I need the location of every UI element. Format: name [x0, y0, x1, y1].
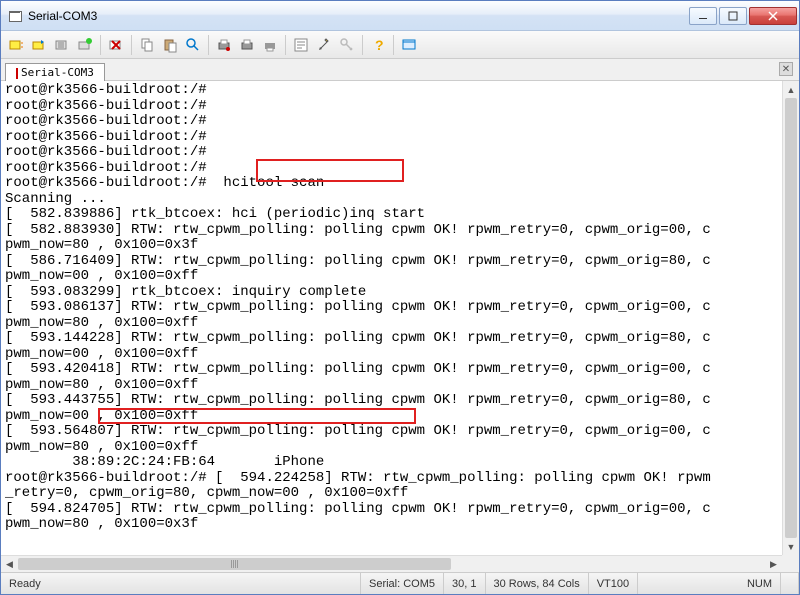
disconnect-icon[interactable]	[51, 34, 73, 56]
key-icon[interactable]	[336, 34, 358, 56]
status-cursor: 30, 1	[444, 573, 485, 594]
scroll-corner	[782, 555, 799, 572]
svg-text:?: ?	[375, 37, 384, 53]
separator	[100, 35, 101, 55]
minimize-button[interactable]	[689, 7, 717, 25]
separator	[285, 35, 286, 55]
scroll-up-icon[interactable]: ▲	[783, 81, 799, 98]
status-serial: Serial: COM5	[361, 573, 444, 594]
app-icon	[7, 8, 23, 24]
tab-close-button[interactable]: ✕	[779, 62, 793, 76]
app-window: Serial-COM3 ? Serial-COM3 ✕	[0, 0, 800, 595]
vertical-scrollbar[interactable]: ▲ ▼	[782, 81, 799, 555]
print-setup-icon[interactable]	[213, 34, 235, 56]
status-numlock: NUM	[739, 573, 781, 594]
help-icon[interactable]: ?	[367, 34, 389, 56]
connect-icon[interactable]	[5, 34, 27, 56]
scroll-thumb[interactable]	[785, 98, 797, 538]
window-buttons	[689, 7, 797, 25]
scroll-left-icon[interactable]: ◀	[1, 556, 18, 572]
toolbar: ?	[1, 31, 799, 59]
scroll-down-icon[interactable]: ▼	[783, 538, 799, 555]
tab-label: Serial-COM3	[21, 66, 94, 79]
cancel-icon[interactable]	[105, 34, 127, 56]
separator	[208, 35, 209, 55]
maximize-button[interactable]	[719, 7, 747, 25]
hscroll-thumb[interactable]	[18, 558, 451, 570]
scroll-right-icon[interactable]: ▶	[765, 556, 782, 572]
close-button[interactable]	[749, 7, 797, 25]
resize-grip[interactable]	[781, 573, 799, 594]
status-bar: Ready Serial: COM5 30, 1 30 Rows, 84 Col…	[1, 572, 799, 594]
properties-icon[interactable]	[290, 34, 312, 56]
window-title: Serial-COM3	[28, 9, 689, 23]
content-area: root@rk3566-buildroot:/# root@rk3566-bui…	[1, 81, 799, 572]
copy-icon[interactable]	[136, 34, 158, 56]
separator	[131, 35, 132, 55]
paste-icon[interactable]	[159, 34, 181, 56]
tab-bar: Serial-COM3 ✕	[1, 59, 799, 81]
status-ready: Ready	[1, 573, 361, 594]
horizontal-scrollbar[interactable]: ◀ ▶	[1, 555, 782, 572]
separator	[362, 35, 363, 55]
terminal-output[interactable]: root@rk3566-buildroot:/# root@rk3566-bui…	[1, 81, 799, 572]
tab-serial-com3[interactable]: Serial-COM3	[5, 63, 105, 81]
titlebar[interactable]: Serial-COM3	[1, 1, 799, 31]
reconnect-icon[interactable]	[28, 34, 50, 56]
separator	[393, 35, 394, 55]
reconnect-all-icon[interactable]	[74, 34, 96, 56]
options-icon[interactable]	[313, 34, 335, 56]
session-icon[interactable]	[398, 34, 420, 56]
print-screen-icon[interactable]	[259, 34, 281, 56]
find-icon[interactable]	[182, 34, 204, 56]
print-icon[interactable]	[236, 34, 258, 56]
status-size: 30 Rows, 84 Cols	[486, 573, 589, 594]
status-emulation: VT100	[589, 573, 638, 594]
